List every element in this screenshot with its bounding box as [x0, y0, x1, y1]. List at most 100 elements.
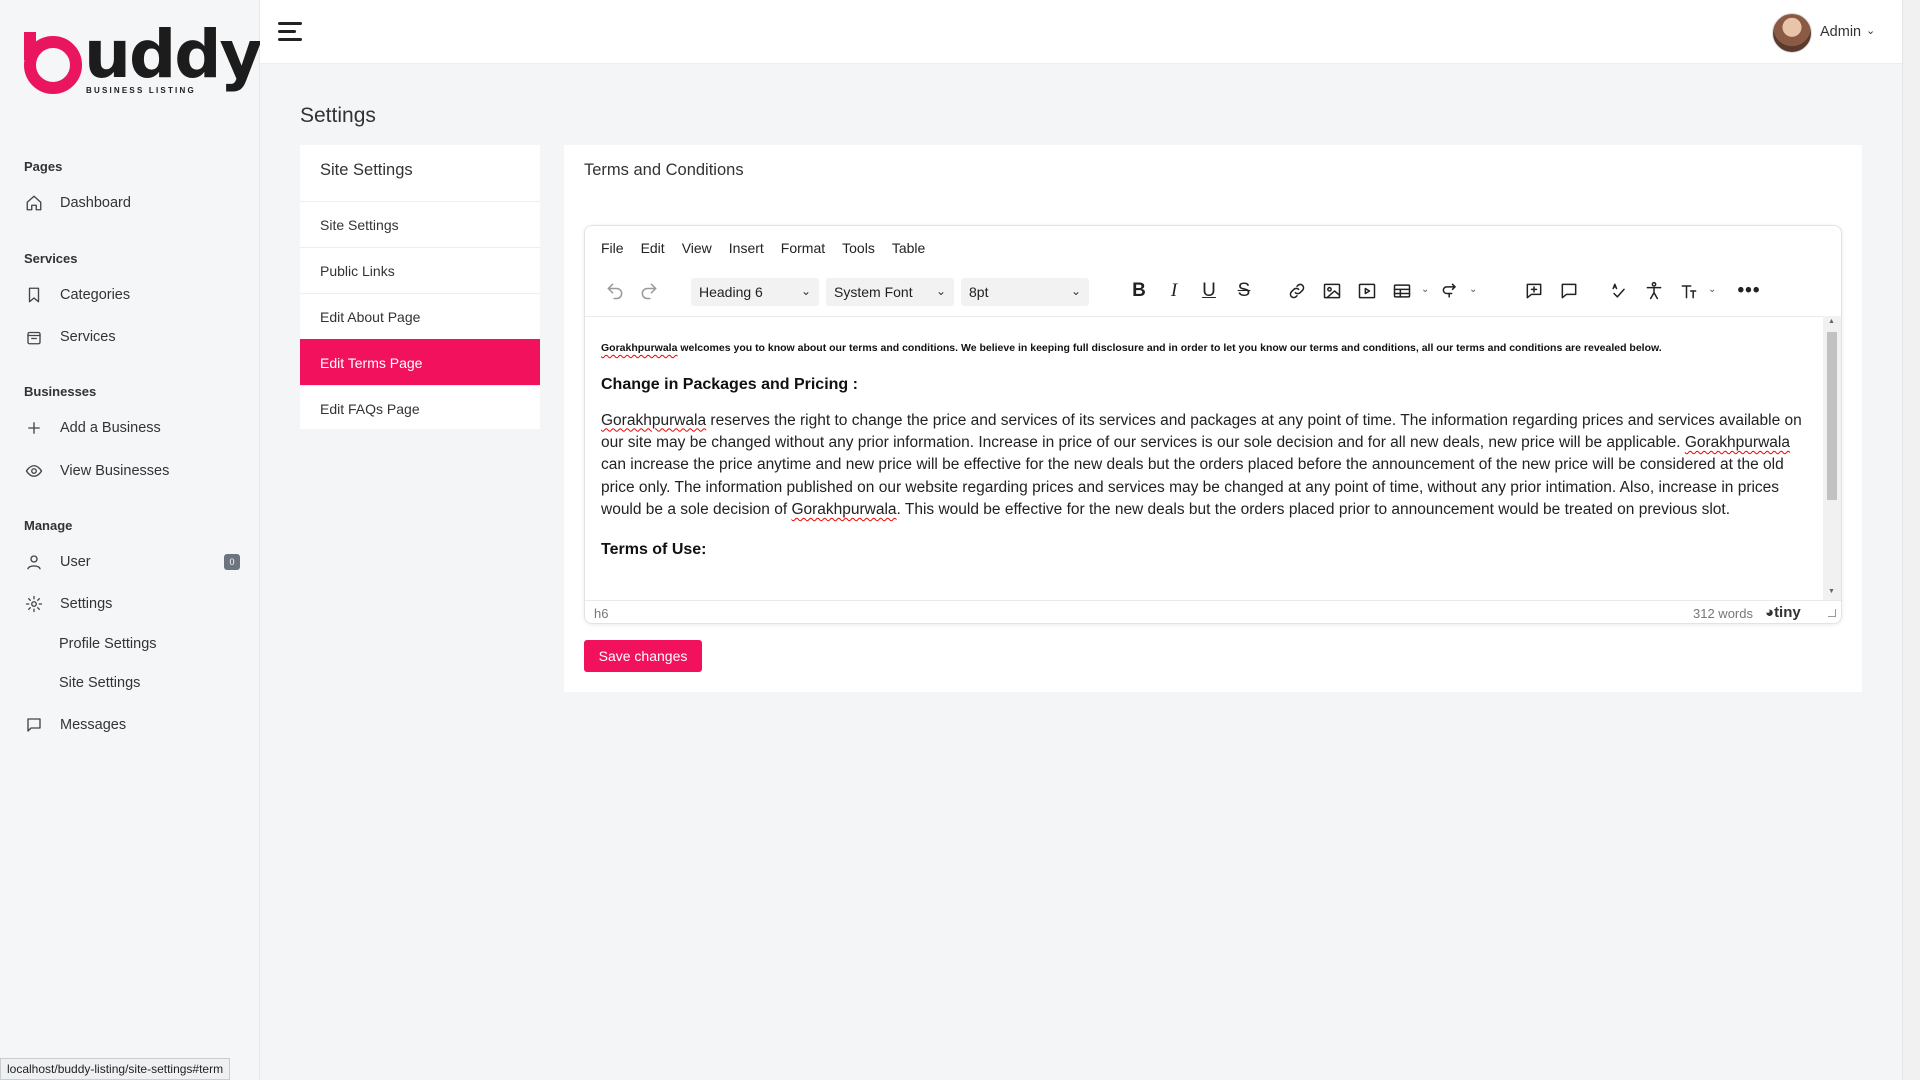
redo-icon[interactable] [635, 277, 663, 305]
text-format-icon[interactable] [1675, 277, 1703, 305]
sidebar-item-categories[interactable]: Categories [24, 280, 244, 310]
chevron-down-icon[interactable]: ⌄ [1469, 284, 1477, 295]
chevron-down-icon: ⌄ [800, 284, 811, 298]
menu-tools[interactable]: Tools [842, 240, 875, 256]
sidebar-item-add-business[interactable]: Add a Business [24, 413, 244, 443]
settings-menu-heading: Site Settings [320, 161, 413, 179]
media-icon[interactable] [1353, 277, 1381, 305]
chevron-down-icon[interactable]: ⌄ [1421, 284, 1429, 295]
spell-flagged-word: Gorakhpurwala [601, 411, 707, 429]
tiny-logo-mark: ◕ [1765, 604, 1775, 621]
heading-terms-of-use: Terms of Use: [601, 541, 707, 559]
tiny-logo[interactable]: ◕tiny [1765, 604, 1801, 621]
user-count-badge: 0 [224, 554, 240, 570]
chevron-down-icon: ⌄ [935, 284, 946, 298]
bookmark-icon [24, 285, 44, 305]
rich-text-editor: File Edit View Insert Format Tools Table… [584, 225, 1842, 624]
chevron-down-icon[interactable]: ⌄ [1866, 24, 1875, 37]
sidebar-item-label: Settings [60, 596, 113, 612]
font-family-select[interactable]: System Font ⌄ [826, 278, 954, 306]
paragraph-text: . This would be effective for the new de… [896, 500, 1731, 518]
sidebar-item-services[interactable]: Services [24, 322, 244, 352]
strikethrough-icon[interactable]: S [1230, 277, 1258, 305]
chevron-down-icon[interactable]: ⌄ [1708, 284, 1716, 295]
bag-icon [24, 327, 44, 347]
user-menu-label[interactable]: Admin [1820, 24, 1861, 40]
logo-tagline: BUSINESS LISTING [86, 86, 196, 95]
settings-menu-item-edit-faqs[interactable]: Edit FAQs Page [300, 385, 540, 431]
eye-icon [24, 461, 44, 481]
menu-view[interactable]: View [682, 240, 712, 256]
sidebar-subitem-site-settings[interactable]: Site Settings [59, 675, 140, 691]
block-format-select[interactable]: Heading 6 ⌄ [691, 278, 819, 306]
more-icon[interactable]: ••• [1735, 277, 1763, 305]
settings-menu-item-public-links[interactable]: Public Links [300, 247, 540, 293]
heading-packages-pricing: Change in Packages and Pricing : [601, 375, 858, 393]
element-path[interactable]: h6 [594, 606, 608, 621]
editor-menubar: File Edit View Insert Format Tools Table [601, 240, 925, 256]
sidebar-item-user[interactable]: User 0 [24, 547, 244, 577]
editor-scrollbar[interactable]: ▲ ▼ [1823, 316, 1841, 600]
italic-icon[interactable]: I [1160, 277, 1188, 305]
accessibility-icon[interactable] [1640, 277, 1668, 305]
menu-edit[interactable]: Edit [641, 240, 665, 256]
sidebar-item-messages[interactable]: Messages [24, 710, 244, 740]
plus-icon [24, 418, 44, 438]
menu-format[interactable]: Format [781, 240, 825, 256]
avatar[interactable] [1772, 13, 1812, 53]
spellcheck-icon[interactable] [1605, 277, 1633, 305]
editor-toolbar: Heading 6 ⌄ System Font ⌄ 8pt ⌄ B I U S … [585, 266, 1841, 316]
scroll-down-icon[interactable]: ▼ [1828, 588, 1835, 595]
link-icon[interactable] [1283, 277, 1311, 305]
sidebar-item-dashboard[interactable]: Dashboard [24, 188, 244, 218]
nav-section-businesses: Businesses [24, 384, 97, 399]
nav-section-manage: Manage [24, 518, 73, 533]
page-title: Settings [300, 104, 376, 127]
sidebar-item-label: Add a Business [60, 420, 161, 436]
editor-content[interactable]: Gorakhpurwala welcomes you to know about… [585, 316, 1823, 600]
undo-icon[interactable] [601, 277, 629, 305]
settings-menu-item-site-settings[interactable]: Site Settings [300, 201, 540, 247]
add-comment-icon[interactable] [1520, 277, 1548, 305]
word-count[interactable]: 312 words [1693, 606, 1753, 621]
comments-icon[interactable] [1555, 277, 1583, 305]
link-preview-url: localhost/buddy-listing/site-settings#te… [0, 1058, 231, 1080]
nav-section-services: Services [24, 251, 78, 266]
nav-section-pages: Pages [24, 159, 63, 174]
underline-icon[interactable]: U [1195, 277, 1223, 305]
settings-menu-item-edit-terms[interactable]: Edit Terms Page [300, 339, 540, 385]
sidebar-item-label: View Businesses [60, 463, 170, 479]
menu-insert[interactable]: Insert [729, 240, 764, 256]
block-format-value: Heading 6 [699, 284, 763, 300]
sidebar-item-settings[interactable]: Settings [24, 589, 244, 619]
table-icon[interactable] [1388, 277, 1416, 305]
spell-flagged-word: Gorakhpurwala [791, 500, 897, 518]
sidebar-item-view-businesses[interactable]: View Businesses [24, 456, 244, 486]
editor-scroll-thumb[interactable] [1827, 332, 1837, 500]
sidebar-item-label: Services [60, 329, 116, 345]
settings-menu-item-edit-about[interactable]: Edit About Page [300, 293, 540, 339]
bold-icon[interactable]: B [1125, 277, 1153, 305]
menu-file[interactable]: File [601, 240, 624, 256]
image-icon[interactable] [1318, 277, 1346, 305]
sidebar-item-label: Dashboard [60, 195, 131, 211]
export-icon[interactable] [1436, 277, 1464, 305]
message-icon [24, 715, 44, 735]
resize-handle-icon[interactable] [1828, 609, 1836, 617]
logo-word: uddy [84, 16, 262, 93]
menu-toggle-icon[interactable] [278, 22, 304, 42]
sidebar-item-label: User [60, 554, 91, 570]
home-icon [24, 193, 44, 213]
font-size-select[interactable]: 8pt ⌄ [961, 278, 1089, 306]
paragraph-pricing: Gorakhpurwala reserves the right to chan… [601, 410, 1809, 521]
scroll-up-icon[interactable]: ▲ [1828, 318, 1835, 325]
save-changes-button[interactable]: Save changes [584, 640, 702, 672]
user-icon [24, 552, 44, 572]
sidebar-item-label: Messages [60, 717, 127, 733]
sidebar-subitem-profile-settings[interactable]: Profile Settings [59, 636, 157, 652]
tiny-logo-text: tiny [1774, 604, 1801, 621]
menu-table[interactable]: Table [892, 240, 925, 256]
buddy-logo[interactable]: uddy BUSINESS LISTING [22, 22, 262, 100]
page-scrollbar[interactable] [1902, 0, 1920, 1080]
sidebar: uddy BUSINESS LISTING Pages Dashboard Se… [0, 0, 262, 1080]
